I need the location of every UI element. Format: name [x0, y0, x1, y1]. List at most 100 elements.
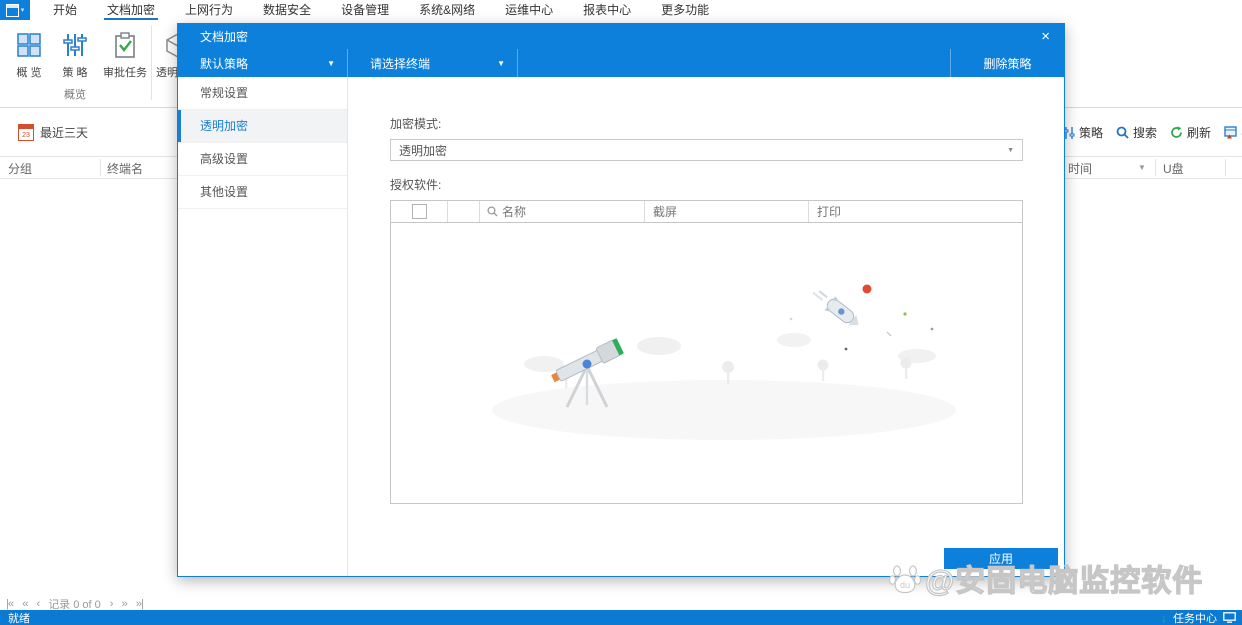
search-icon — [1116, 126, 1129, 139]
terminal-select-dropdown[interactable]: 请选择终端 ▼ — [348, 49, 518, 77]
chevron-down-icon: ▼ — [327, 58, 335, 68]
ribbon-group-separator — [151, 26, 152, 100]
app-caret-icon: ▾ — [20, 6, 25, 14]
ribbon-button-label: 概 览 — [16, 67, 42, 79]
filter-arrow-icon[interactable]: ▼ — [1138, 163, 1146, 172]
header-cell-screenshot: 截屏 — [645, 201, 809, 222]
header-cell-checkbox — [391, 201, 448, 222]
search-icon — [487, 206, 498, 217]
export-icon — [1224, 126, 1237, 139]
search-button[interactable]: 搜索 — [1116, 124, 1157, 141]
header-cell-print: 打印 — [809, 201, 1022, 222]
authorized-software-table: 名称 截屏 打印 — [390, 200, 1023, 504]
doc-encryption-dialog: 文档加密 × 默认策略 ▼ 请选择终端 ▼ 删除策略 常规设置 透明加密 高级设… — [177, 23, 1065, 577]
column-print-label: 打印 — [817, 205, 842, 219]
ribbon-policy-button[interactable]: 策 略 — [52, 26, 98, 80]
column-divider — [1155, 159, 1156, 176]
rocket — [812, 289, 859, 325]
app-menu-button[interactable]: ▾ — [0, 0, 30, 20]
policy-sliders-icon — [52, 26, 98, 58]
action-label: 搜索 — [1133, 126, 1158, 140]
refresh-icon — [1171, 126, 1182, 138]
monitor-icon[interactable] — [1223, 612, 1236, 623]
authorized-table-empty-body — [391, 223, 1022, 503]
toolbar-actions: 策略 搜索 刷新 导出 — [1063, 124, 1242, 141]
select-all-checkbox[interactable] — [411, 204, 427, 219]
menu-tabs: 开始 文档加密 上网行为 数据安全 设备管理 系统&网络 运维中心 报表中心 更… — [38, 0, 724, 20]
tab-report-center[interactable]: 报表中心 — [568, 0, 646, 20]
policy-select-value: 默认策略 — [200, 56, 249, 71]
column-header-usb[interactable]: U盘 — [1163, 160, 1184, 177]
tab-start[interactable]: 开始 — [38, 0, 92, 20]
download-arrow-icon: ↓ — [1161, 610, 1167, 625]
delete-policy-button[interactable]: 删除策略 — [950, 49, 1064, 77]
column-divider — [100, 159, 101, 176]
export-button[interactable]: 导出 — [1224, 124, 1242, 141]
policy-action-button[interactable]: 策略 — [1063, 124, 1103, 141]
pager-prev-button[interactable]: ‹ — [37, 598, 41, 610]
calendar-icon: 23 — [18, 124, 34, 141]
pager-next-fast-button[interactable]: ›› — [121, 598, 127, 610]
chevron-down-icon: ▼ — [497, 58, 505, 68]
status-bar: 就绪 ↓ 任务中心 — [0, 610, 1242, 625]
column-name-label: 名称 — [502, 205, 527, 219]
close-icon[interactable]: × — [1041, 29, 1050, 44]
tab-doc-encryption[interactable]: 文档加密 — [92, 0, 170, 20]
column-header-group[interactable]: 分组 — [8, 160, 32, 177]
ribbon-group-label: 概览 — [64, 89, 86, 101]
app-window-icon — [5, 3, 19, 17]
column-screenshot-label: 截屏 — [653, 205, 678, 219]
dialog-title-bar: 文档加密 × — [178, 24, 1064, 49]
authorized-software-label: 授权软件: — [390, 178, 442, 192]
menubar: ▾ 开始 文档加密 上网行为 数据安全 设备管理 系统&网络 运维中心 报表中心… — [0, 0, 1242, 20]
header-cell-name[interactable]: 名称 — [480, 201, 645, 222]
paw-du-text: du — [900, 580, 910, 590]
column-header-terminal[interactable]: 终端名 — [107, 160, 143, 177]
tab-data-security[interactable]: 数据安全 — [248, 0, 326, 20]
approval-clipboard-icon — [98, 26, 152, 58]
nav-item-other-settings[interactable]: 其他设置 — [178, 176, 347, 209]
policy-select-dropdown[interactable]: 默认策略 ▼ — [178, 49, 348, 77]
pager-next-button[interactable]: › — [110, 598, 114, 610]
nav-item-general-settings[interactable]: 常规设置 — [178, 77, 347, 110]
pager-prev-fast-button[interactable]: ‹‹ — [22, 598, 28, 610]
refresh-button[interactable]: 刷新 — [1170, 124, 1211, 141]
delete-policy-label: 删除策略 — [983, 56, 1032, 71]
terminal-select-value: 请选择终端 — [370, 56, 431, 71]
tab-web-behavior[interactable]: 上网行为 — [170, 0, 248, 20]
encryption-mode-label: 加密模式: — [390, 117, 442, 131]
date-filter-button[interactable]: 23 最近三天 — [18, 124, 88, 141]
nav-item-transparent-encryption[interactable]: 透明加密 — [178, 110, 347, 143]
dialog-toolbar: 默认策略 ▼ 请选择终端 ▼ 删除策略 — [178, 49, 1064, 77]
dialog-main-panel: 加密模式: 透明加密 ▼ 授权软件: 名称 截屏 打印 — [348, 77, 1064, 576]
dialog-nav: 常规设置 透明加密 高级设置 其他设置 — [178, 77, 348, 576]
tab-more-functions[interactable]: 更多功能 — [646, 0, 724, 20]
nav-item-advanced-settings[interactable]: 高级设置 — [178, 143, 347, 176]
dialog-body: 常规设置 透明加密 高级设置 其他设置 加密模式: 透明加密 ▼ 授权软件: 名… — [178, 77, 1064, 576]
app-window: ▾ 开始 文档加密 上网行为 数据安全 设备管理 系统&网络 运维中心 报表中心… — [0, 0, 1242, 625]
header-cell-blank — [448, 201, 480, 222]
encryption-mode-select[interactable]: 透明加密 ▼ — [390, 139, 1023, 161]
pager-last-button[interactable]: ››| — [136, 598, 144, 610]
task-center-button[interactable]: 任务中心 — [1173, 610, 1217, 625]
tab-ops-center[interactable]: 运维中心 — [490, 0, 568, 20]
date-filter-label: 最近三天 — [40, 126, 89, 140]
authorized-table-header: 名称 截屏 打印 — [391, 201, 1022, 223]
column-divider — [1225, 159, 1226, 176]
column-header-time[interactable]: 时间 — [1068, 160, 1092, 177]
encryption-mode-value: 透明加密 — [399, 143, 448, 158]
ribbon-button-label: 策 略 — [62, 67, 88, 79]
tab-system-network[interactable]: 系统&网络 — [404, 0, 490, 20]
dialog-title: 文档加密 — [200, 30, 249, 44]
overview-grid-icon — [6, 26, 52, 58]
chevron-down-icon: ▼ — [1007, 146, 1014, 154]
ribbon-button-label: 审批任务 — [103, 67, 147, 79]
pager-first-button[interactable]: |‹‹ — [6, 598, 14, 610]
tab-device-mgmt[interactable]: 设备管理 — [326, 0, 404, 20]
ribbon-approval-tasks-button[interactable]: 审批任务 — [98, 26, 152, 80]
status-ready-label: 就绪 — [8, 612, 30, 625]
ribbon-overview-button[interactable]: 概 览 — [6, 26, 52, 80]
action-label: 刷新 — [1187, 126, 1212, 140]
apply-button[interactable]: 应用 — [944, 548, 1058, 569]
